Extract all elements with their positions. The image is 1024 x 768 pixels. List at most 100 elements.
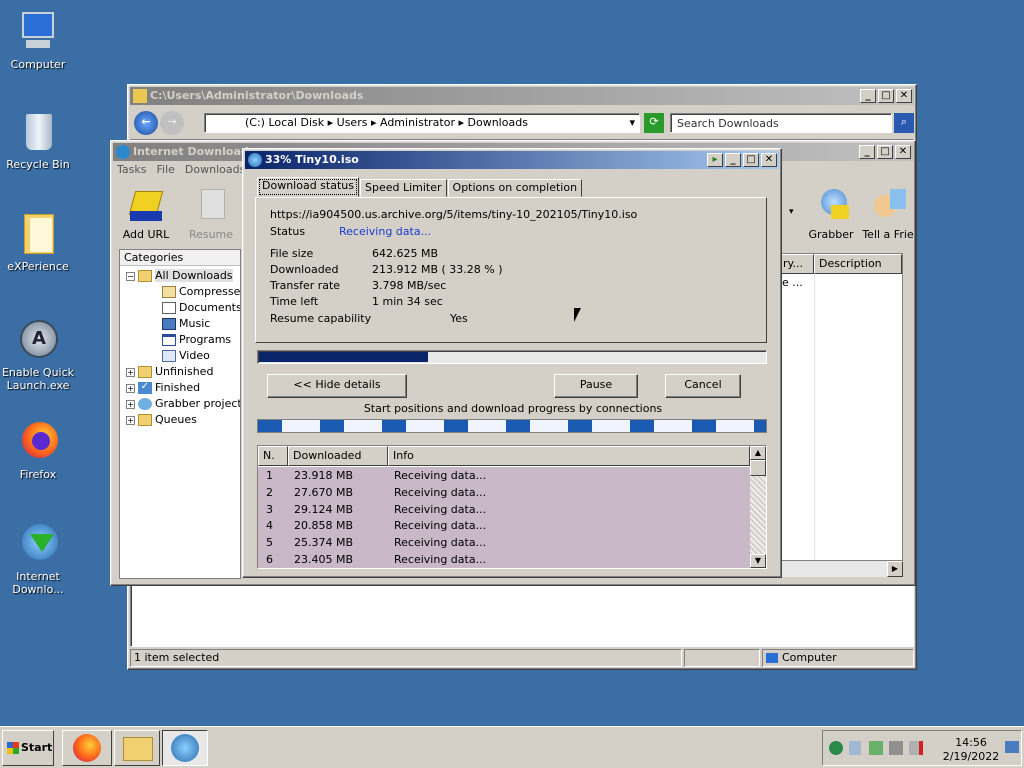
list-row-cell[interactable]: e ... (782, 276, 803, 289)
close-button[interactable]: ✕ (895, 145, 911, 159)
table-row[interactable]: 3 29.124 MB Receiving data... (258, 500, 750, 518)
column-category[interactable]: ry... (778, 254, 814, 274)
column-n[interactable]: N. (258, 446, 288, 466)
chevron-down-icon[interactable]: ▾ (629, 114, 635, 132)
expand-icon[interactable]: + (126, 383, 135, 393)
menu-file[interactable]: File (156, 163, 174, 176)
pause-button[interactable]: Pause (554, 374, 638, 398)
start-button[interactable]: Start (2, 730, 54, 766)
scroll-thumb[interactable] (750, 460, 766, 476)
crumb-administrator[interactable]: Administrator (380, 116, 455, 129)
column-downloaded[interactable]: Downloaded (288, 446, 388, 466)
chevron-right-icon[interactable]: ▸ (458, 116, 467, 129)
tree-label: Compressec (179, 285, 241, 298)
clock-time[interactable]: 14:56 (941, 736, 1001, 749)
tree-compressed[interactable]: Compressec (162, 284, 241, 300)
minimize-button[interactable]: _ (725, 153, 741, 167)
table-row[interactable]: 5 25.374 MB Receiving data... (258, 534, 750, 552)
volume-muted-icon[interactable] (909, 741, 923, 755)
close-button[interactable]: ✕ (896, 89, 912, 103)
close-button[interactable]: ✕ (761, 153, 777, 167)
chevron-right-icon[interactable]: ▸ (371, 116, 380, 129)
menu-downloads[interactable]: Downloads (185, 163, 245, 176)
desktop-icon-quick-launch[interactable]: A Enable Quick Launch.exe (0, 318, 76, 392)
search-icon[interactable]: ⌕ (894, 113, 914, 133)
tree-programs[interactable]: Programs (162, 332, 231, 348)
grabber-button[interactable]: Grabber (801, 185, 861, 241)
cancel-button[interactable]: Cancel (665, 374, 741, 398)
table-row[interactable]: 2 27.670 MB Receiving data... (258, 483, 750, 501)
crumb-local-disk[interactable]: (C:) Local Disk (245, 116, 324, 129)
refresh-icon[interactable]: ⟳ (644, 113, 664, 133)
tell-a-friend-button[interactable]: Tell a Frie (861, 185, 915, 241)
device-icon[interactable] (849, 741, 861, 755)
explorer-titlebar[interactable]: C:\Users\Administrator\Downloads _ □ ✕ (130, 87, 914, 105)
explorer-title: C:\Users\Administrator\Downloads (150, 89, 364, 102)
scroll-up-button[interactable]: ▲ (750, 446, 766, 460)
vertical-scrollbar[interactable]: ▲ ▼ (750, 446, 766, 568)
network-status-icon[interactable] (889, 741, 903, 755)
tab-speed-limiter[interactable]: Speed Limiter (359, 179, 447, 197)
table-row[interactable]: 6 23.405 MB Receiving data... (258, 551, 750, 568)
clock-date[interactable]: 2/19/2022 (941, 750, 1001, 763)
taskbar-idm[interactable] (162, 730, 208, 766)
maximize-button[interactable]: □ (878, 89, 894, 103)
column-info[interactable]: Info (388, 446, 750, 466)
table-row[interactable]: 4 20.858 MB Receiving data... (258, 517, 750, 535)
add-url-button[interactable]: Add URL (116, 185, 176, 241)
tree-unfinished[interactable]: + Unfinished (126, 364, 213, 380)
expand-icon[interactable]: + (126, 415, 135, 425)
tree-video[interactable]: Video (162, 348, 210, 364)
minimize-button[interactable]: _ (860, 89, 876, 103)
tree-queues[interactable]: + Queues (126, 412, 197, 428)
tree-finished[interactable]: + ✓ Finished (126, 380, 200, 396)
maximize-button[interactable]: □ (743, 153, 759, 167)
tree-grabber-projects[interactable]: + Grabber project (126, 396, 240, 412)
safe-remove-icon[interactable] (869, 741, 883, 755)
idm-icon (171, 734, 199, 762)
chevron-right-icon[interactable]: ▸ (328, 116, 337, 129)
dialog-titlebar[interactable]: 33% Tiny10.iso ▸ _ □ ✕ (245, 151, 779, 169)
scroll-down-button[interactable]: ▼ (750, 554, 766, 568)
chevron-down-icon[interactable]: ▾ (789, 207, 794, 217)
minimize-button[interactable]: _ (859, 145, 875, 159)
desktop-icon-computer[interactable]: Computer (0, 10, 76, 71)
crumb-downloads[interactable]: Downloads (468, 116, 528, 129)
desktop-icon-recycle-bin[interactable]: Recycle Bin (0, 110, 76, 171)
tree-all-downloads[interactable]: − All Downloads (126, 268, 233, 284)
taskbar-firefox[interactable] (62, 730, 112, 766)
network-icon[interactable] (829, 741, 843, 755)
desktop-icon-firefox[interactable]: Firefox (0, 420, 76, 481)
tree-label: Finished (155, 381, 201, 394)
tree-music[interactable]: Music (162, 316, 210, 332)
scroll-right-button[interactable]: ▶ (887, 561, 903, 577)
document-icon (162, 302, 176, 314)
column-description[interactable]: Description (814, 254, 902, 274)
time-left-label: Time left (270, 295, 319, 308)
tree-documents[interactable]: Documents (162, 300, 240, 316)
firefox-icon (16, 420, 60, 464)
menu-tasks[interactable]: Tasks (117, 163, 146, 176)
table-row[interactable]: 1 23.918 MB Receiving data... (258, 467, 750, 484)
desktop-icon-experience[interactable]: eXPerience (0, 212, 76, 273)
search-input[interactable]: Search Downloads (677, 117, 779, 130)
maximize-button[interactable]: □ (877, 145, 893, 159)
play-icon[interactable]: ▸ (707, 153, 723, 167)
downloads-list[interactable]: ry... Description e ... (777, 253, 903, 561)
show-desktop-icon[interactable] (1005, 741, 1019, 753)
forward-icon[interactable]: → (160, 111, 184, 135)
desktop-icon-idm[interactable]: Internet Downlo... (0, 522, 76, 596)
back-icon[interactable]: ← (134, 111, 158, 135)
resume-button[interactable]: Resume (181, 185, 241, 241)
horizontal-scrollbar[interactable]: ▶ (777, 561, 903, 577)
crumb-users[interactable]: Users (337, 116, 368, 129)
expand-icon[interactable]: + (126, 367, 135, 377)
collapse-icon[interactable]: − (126, 271, 135, 281)
tab-download-status[interactable]: Download status (257, 177, 359, 197)
tab-options-on-completion[interactable]: Options on completion (447, 179, 583, 197)
taskbar-explorer[interactable] (114, 730, 160, 766)
address-bar[interactable]: (C:) Local Disk ▸ Users ▸ Administrator … (204, 113, 640, 133)
search-box[interactable]: Search Downloads (670, 113, 892, 133)
hide-details-button[interactable]: << Hide details (267, 374, 407, 398)
expand-icon[interactable]: + (126, 399, 135, 409)
